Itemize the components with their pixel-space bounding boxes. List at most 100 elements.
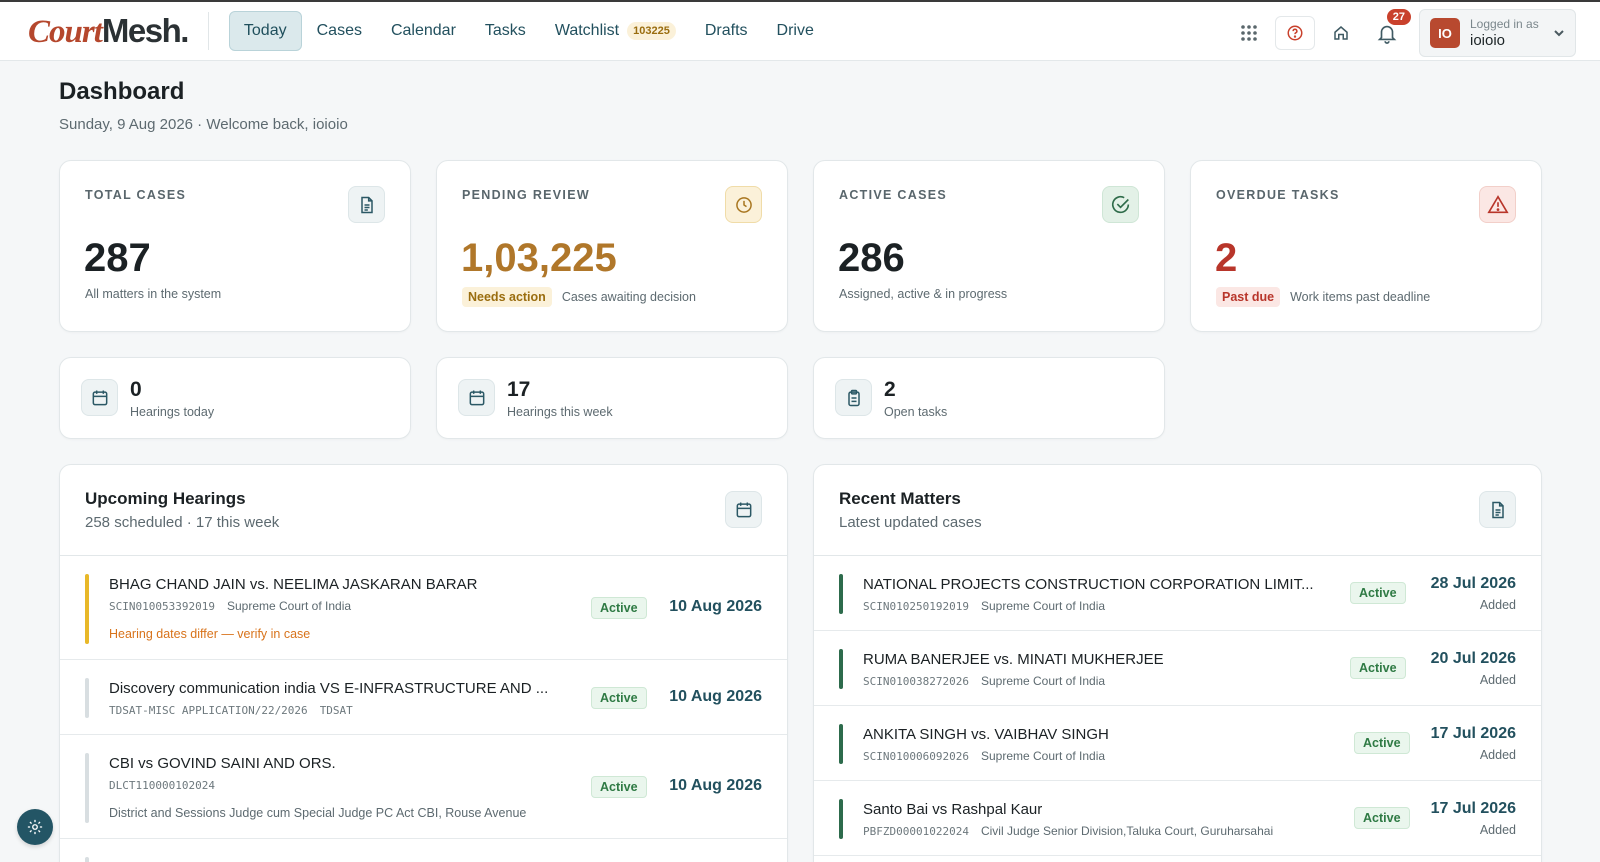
stat-label: TOTAL CASES	[85, 188, 187, 202]
hearing-title: Discovery communication india VS E-INFRA…	[109, 680, 549, 697]
home-button[interactable]	[1321, 16, 1361, 50]
nav-calendar-label: Calendar	[390, 22, 456, 39]
stat-label: ACTIVE CASES	[839, 188, 947, 202]
upcoming-hearings-panel: Upcoming Hearings 258 scheduled · 17 thi…	[59, 464, 788, 862]
status-badge: Active	[591, 776, 647, 798]
status-badge: Active	[1350, 582, 1406, 604]
stat-card-total-cases[interactable]: TOTAL CASES 287 All matters in the syste…	[59, 160, 411, 332]
page-title: Dashboard	[59, 78, 185, 105]
panel-title: Recent Matters	[839, 489, 961, 508]
matter-title: NATIONAL PROJECTS CONSTRUCTION CORPORATI…	[863, 576, 1314, 593]
stat-card-pending-review[interactable]: PENDING REVIEW 1,03,225 Needs action Cas…	[436, 160, 788, 332]
settings-button[interactable]	[17, 809, 53, 845]
stat-note: Cases awaiting decision	[561, 290, 696, 304]
avatar: IO	[1430, 18, 1460, 48]
matter-row[interactable]: ANKITA SINGH vs. VAIBHAV SINGH SCIN01000…	[814, 706, 1541, 781]
added-label: Added	[1479, 598, 1516, 612]
court-name: Supreme Court of India	[980, 674, 1106, 688]
matter-row[interactable]: NATIONAL PROJECTS CONSTRUCTION CORPORATI…	[814, 556, 1541, 631]
check-circle-icon	[1102, 186, 1139, 223]
mini-stat-label: Hearings this week	[507, 405, 613, 419]
stat-card-overdue-tasks[interactable]: OVERDUE TASKS 2 Past due Work items past…	[1190, 160, 1542, 332]
apps-grid-button[interactable]	[1229, 16, 1269, 50]
panel-title: Upcoming Hearings	[85, 489, 246, 508]
user-menu[interactable]: IO Logged in as ioioio	[1419, 9, 1576, 57]
hearing-warning: Hearing dates differ — verify in case	[109, 627, 311, 641]
status-badge: Active	[591, 597, 647, 619]
nav-tasks[interactable]: Tasks	[471, 12, 540, 50]
main-nav: Today Cases Calendar Tasks Watchlist 103…	[228, 2, 829, 60]
topbar-actions: 27 IO Logged in as ioioio	[1223, 7, 1576, 57]
calendar-icon[interactable]	[725, 491, 762, 528]
matter-date: 17 Jul 2026	[1430, 725, 1516, 742]
courtmesh-logo[interactable]: CourtMesh.	[28, 11, 190, 51]
nav-tasks-label: Tasks	[484, 22, 526, 39]
hearing-date: 10 Aug 2026	[669, 777, 762, 794]
stat-value: 286	[838, 236, 905, 280]
case-code: SCIN010053392019	[109, 600, 215, 613]
court-name: District and Sessions Judge cum Special …	[109, 806, 527, 820]
gear-icon	[27, 819, 43, 835]
status-badge: Active	[1354, 807, 1410, 829]
mini-stat-label: Hearings today	[130, 405, 215, 419]
chevron-down-icon	[1554, 30, 1564, 37]
hearing-row[interactable]: Discovery communication india VS E-INFRA…	[60, 660, 787, 735]
status-bar	[85, 753, 89, 823]
stat-label: PENDING REVIEW	[462, 188, 590, 202]
mini-card-open-tasks[interactable]: 2 Open tasks	[813, 357, 1165, 439]
nav-today[interactable]: Today	[228, 11, 302, 51]
stat-value: 287	[84, 236, 151, 280]
document-icon[interactable]	[1479, 491, 1516, 528]
status-badge: Active	[591, 687, 647, 709]
mini-stat-value: 0	[130, 378, 142, 401]
matter-row[interactable]: RUMA BANERJEE vs. MINATI MUKHERJEE SCIN0…	[814, 631, 1541, 706]
hearing-row[interactable]	[60, 839, 787, 862]
status-bar	[839, 649, 843, 689]
matter-row[interactable]: Santo Bai vs Rashpal Kaur PBFZD000010220…	[814, 781, 1541, 856]
case-code: DLCT110000102024	[109, 779, 215, 792]
nav-drive-label: Drive	[776, 22, 814, 39]
past-due-badge: Past due	[1216, 287, 1281, 307]
court-name: Supreme Court of India	[980, 749, 1106, 763]
case-code: SCIN010250192019	[863, 600, 969, 613]
matter-date: 20 Jul 2026	[1430, 650, 1516, 667]
court-name: Civil Judge Senior Division,Taluka Court…	[980, 824, 1274, 838]
status-bar	[85, 574, 89, 644]
case-code: SCIN010006092026	[863, 750, 969, 763]
stat-label: OVERDUE TASKS	[1216, 188, 1340, 202]
nav-cases[interactable]: Cases	[303, 12, 376, 50]
nav-drafts[interactable]: Drafts	[691, 12, 762, 50]
panel-subtitle: 258 scheduled · 17 this week	[85, 514, 280, 531]
help-button[interactable]	[1275, 16, 1315, 50]
nav-watchlist[interactable]: Watchlist 103225	[541, 12, 690, 50]
mini-card-hearings-week[interactable]: 17 Hearings this week	[436, 357, 788, 439]
nav-calendar[interactable]: Calendar	[377, 12, 470, 50]
top-navigation-bar: CourtMesh. Today Cases Calendar Tasks Wa…	[0, 0, 1600, 61]
matter-title: Santo Bai vs Rashpal Kaur	[863, 801, 1043, 818]
mini-card-hearings-today[interactable]: 0 Hearings today	[59, 357, 411, 439]
apps-grid-icon	[1241, 25, 1257, 41]
stat-note: Assigned, active & in progress	[839, 287, 1008, 301]
clipboard-icon	[835, 379, 872, 416]
notifications-count-badge: 27	[1384, 7, 1413, 27]
nav-today-label: Today	[243, 22, 287, 39]
logo-court-text: Court	[28, 13, 103, 50]
logo-mesh-text: Mesh.	[101, 11, 190, 49]
nav-drafts-label: Drafts	[704, 22, 748, 39]
mini-stat-value: 2	[884, 378, 896, 401]
matter-title: RUMA BANERJEE vs. MINATI MUKHERJEE	[863, 651, 1164, 668]
clock-icon	[725, 186, 762, 223]
logo-divider	[207, 12, 209, 50]
added-label: Added	[1479, 748, 1516, 762]
mini-stat-value: 17	[507, 378, 531, 401]
stat-note: All matters in the system	[85, 287, 222, 301]
notifications-button[interactable]: 27	[1367, 7, 1413, 50]
hearing-row[interactable]: CBI vs GOVIND SAINI AND ORS. DLCT1100001…	[60, 735, 787, 839]
nav-drive[interactable]: Drive	[763, 12, 828, 50]
status-badge: Active	[1354, 732, 1410, 754]
help-icon	[1287, 25, 1303, 41]
hearing-title: CBI vs GOVIND SAINI AND ORS.	[109, 755, 336, 772]
stat-card-active-cases[interactable]: ACTIVE CASES 286 Assigned, active & in p…	[813, 160, 1165, 332]
court-name: TDSAT	[319, 704, 353, 717]
hearing-row[interactable]: BHAG CHAND JAIN vs. NEELIMA JASKARAN BAR…	[60, 556, 787, 660]
